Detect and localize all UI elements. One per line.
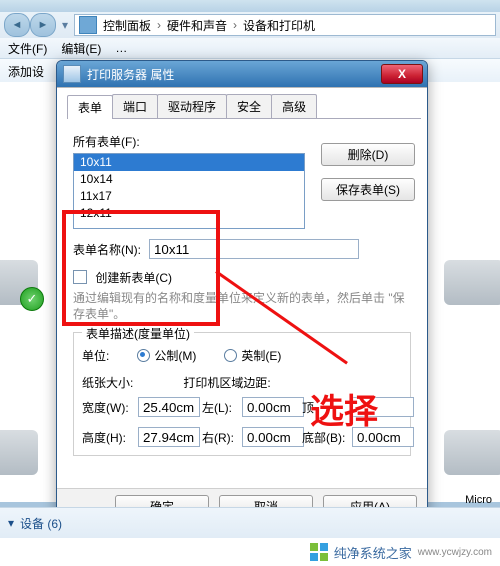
group-title: 表单描述(度量单位) [82,325,194,342]
watermark: 纯净系统之家 www.ycwjzy.com [0,538,500,566]
printer-label: Micro [465,494,492,506]
dialog-titlebar[interactable]: 打印服务器 属性 X [57,61,427,87]
watermark-logo-icon [310,543,328,561]
save-form-button[interactable]: 保存表单(S) [321,178,415,201]
width-label: 宽度(W): [82,399,138,416]
width-input[interactable] [138,397,200,417]
control-panel-icon [79,16,97,34]
printer-item[interactable] [444,430,500,475]
tab-forms[interactable]: 表单 [67,95,113,119]
breadcrumb-seg[interactable]: 设备和打印机 [241,17,317,34]
breadcrumb-seg[interactable]: 控制面板 [101,17,153,34]
list-item[interactable]: 10x11 [74,154,304,171]
print-area-label: 打印机区域边距: [183,374,270,391]
radio-icon [137,349,150,362]
list-item[interactable]: 10x14 [74,171,304,188]
default-check-icon: ✓ [20,287,44,311]
side-buttons: 删除(D) 保存表单(S) [321,143,415,201]
tab-drivers[interactable]: 驱动程序 [157,94,227,118]
breadcrumb-seg[interactable]: 硬件和声音 [165,17,229,34]
status-bar: ▾ 设备 (6) [0,507,500,538]
height-label: 高度(H): [82,429,138,446]
tab-strip: 表单 端口 驱动程序 安全 高级 [67,94,421,119]
toolbar-add-device[interactable]: 添加设 [8,63,44,80]
dialog-title-text: 打印服务器 属性 [87,66,174,83]
nav-back-button[interactable]: ◄ [4,13,30,37]
watermark-url: www.ycwjzy.com [418,547,492,558]
delete-button[interactable]: 删除(D) [321,143,415,166]
menu-more[interactable]: … [115,41,127,55]
right-input[interactable] [242,427,304,447]
unit-english-option[interactable]: 英制(E) [224,347,281,364]
devices-count: 设备 (6) [20,515,62,532]
nav-forward-button[interactable]: ► [30,13,56,37]
address-row: ◄ ► ▾ 控制面板 › 硬件和声音 › 设备和打印机 [0,12,500,38]
list-item[interactable]: 11x17 [74,188,304,205]
height-input[interactable] [138,427,200,447]
units-row: 单位: 公制(M) 英制(E) [108,347,402,364]
left-label: 左(L): [202,399,242,416]
annotation-box [62,210,220,326]
dialog-close-button[interactable]: X [381,64,423,84]
tab-advanced[interactable]: 高级 [271,94,317,118]
radio-icon [224,349,237,362]
menu-edit[interactable]: 编辑(E) [61,40,101,57]
printer-item[interactable]: ✓ [0,260,38,305]
nav-history-chevron[interactable]: ▾ [58,18,72,32]
chevron-right-icon: › [233,18,237,32]
window-titlebar [0,0,500,12]
breadcrumb-bar[interactable]: 控制面板 › 硬件和声音 › 设备和打印机 [74,14,496,36]
unit-metric-option[interactable]: 公制(M) [137,347,196,364]
units-label: 单位: [82,347,109,364]
chevron-right-icon: › [157,18,161,32]
menu-bar: 文件(F) 编辑(E) … [0,38,500,59]
watermark-text: 纯净系统之家 [334,543,412,562]
printer-icon [63,65,81,83]
annotation-label: 选择 [310,384,378,433]
right-label: 右(R): [202,429,242,446]
tab-ports[interactable]: 端口 [112,94,158,118]
menu-file[interactable]: 文件(F) [8,40,47,57]
paper-size-label: 纸张大小: [82,374,133,391]
tab-security[interactable]: 安全 [226,94,272,118]
collapse-icon[interactable]: ▾ [8,516,14,530]
left-input[interactable] [242,397,304,417]
printer-item[interactable] [0,430,38,475]
printer-item[interactable] [444,260,500,305]
